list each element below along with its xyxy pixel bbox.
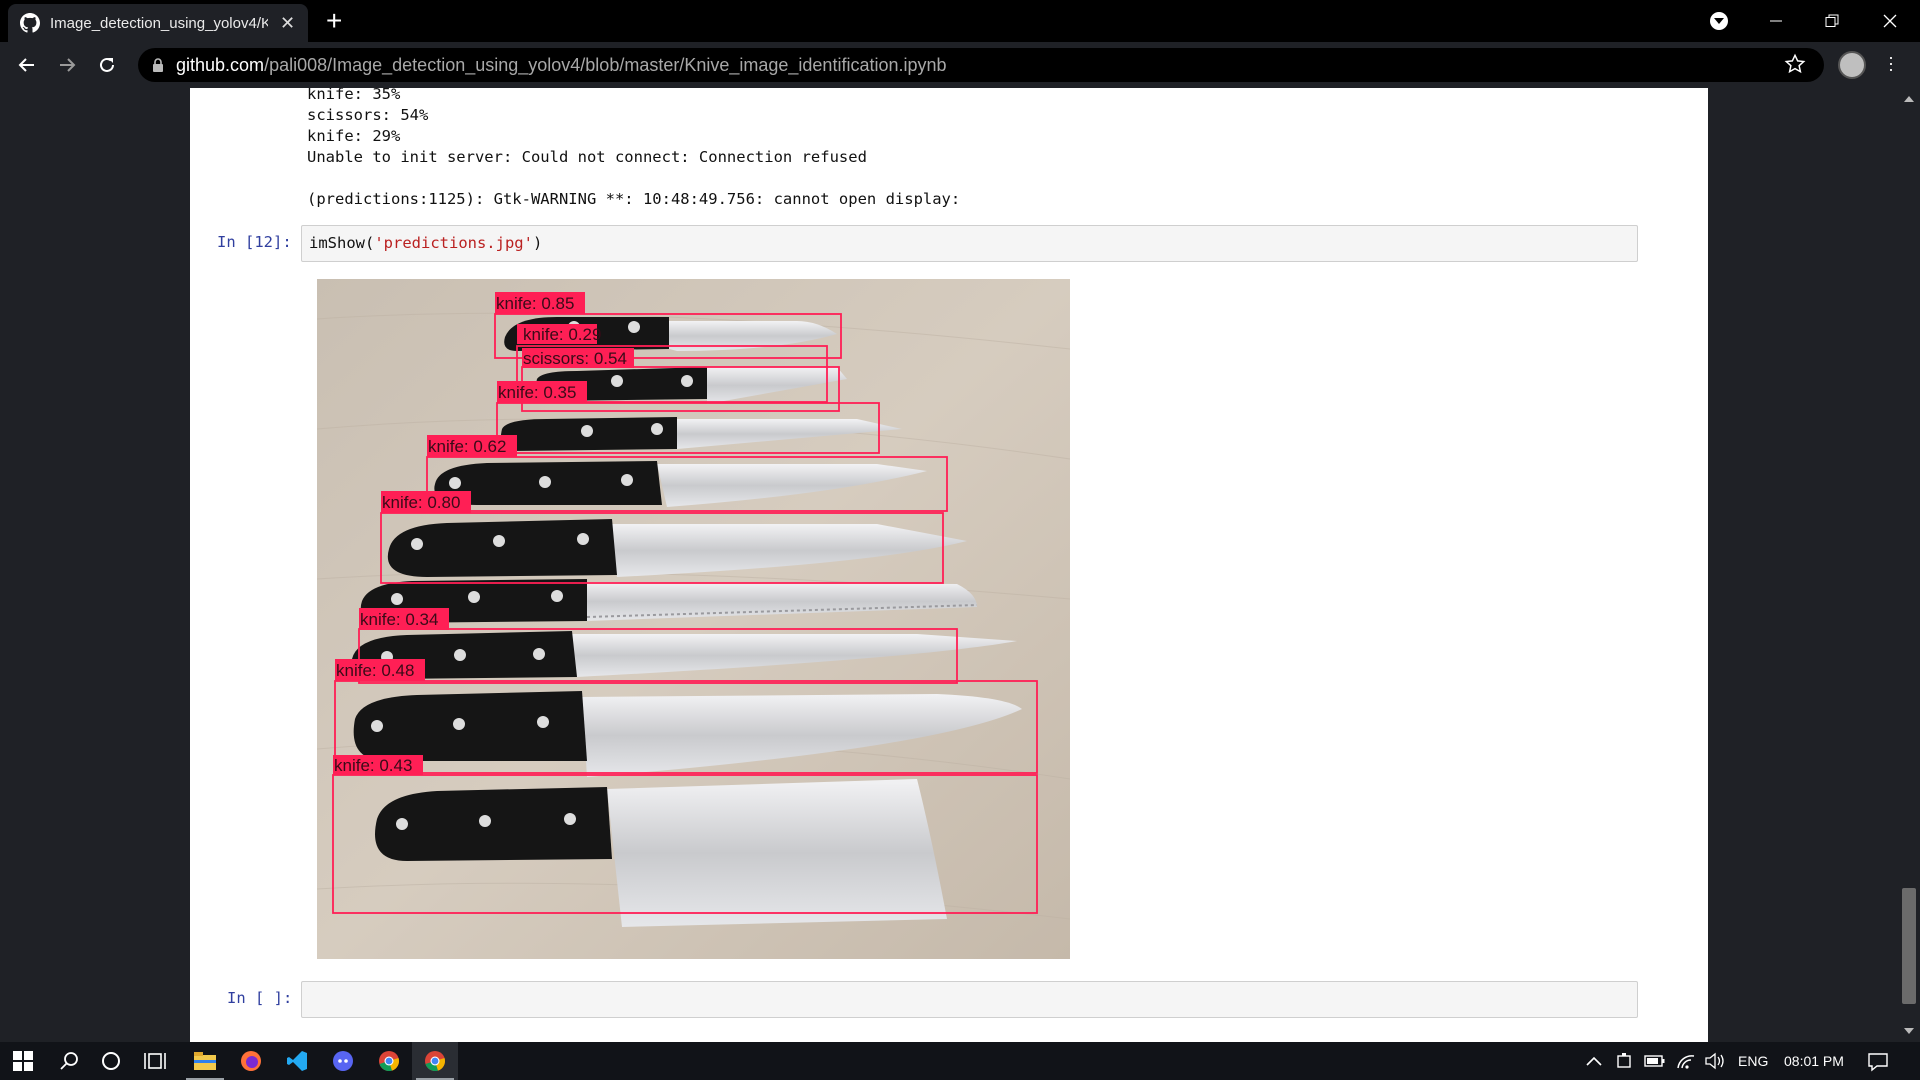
- github-logo-icon: [20, 13, 40, 33]
- close-window-button[interactable]: [1862, 0, 1918, 42]
- back-button[interactable]: [12, 50, 42, 80]
- output-line: knife: 35%: [307, 88, 401, 103]
- output-line: scissors: 54%: [307, 106, 429, 124]
- meet-now-icon[interactable]: [1616, 1052, 1634, 1070]
- browser-toolbar: github.com/pali008/Image_detection_using…: [0, 42, 1920, 88]
- code-string: 'predictions.jpg': [374, 234, 533, 252]
- code-cell[interactable]: imShow('predictions.jpg'): [301, 225, 1638, 262]
- wifi-icon[interactable]: [1676, 1052, 1696, 1070]
- file-explorer-icon[interactable]: [182, 1042, 228, 1080]
- detection-label: knife: 0.62: [428, 437, 506, 456]
- scrollbar-thumb[interactable]: [1902, 888, 1916, 1004]
- browser-tab-strip: Image_detection_using_yolov4/Knive_image…: [0, 0, 1920, 42]
- cell-prompt: In [12]:: [217, 233, 292, 251]
- arrow-left-icon: [18, 58, 34, 72]
- battery-icon[interactable]: [1644, 1054, 1666, 1068]
- new-tab-button[interactable]: +: [326, 6, 342, 36]
- page-scrollbar[interactable]: [1898, 88, 1920, 1042]
- reload-button[interactable]: [92, 50, 122, 80]
- url-path: /pali008/Image_detection_using_yolov4/bl…: [264, 54, 947, 75]
- cell-prompt: In [ ]:: [227, 989, 293, 1007]
- notebook-container: knife: 35% scissors: 54% knife: 29% Unable …: [190, 88, 1708, 1042]
- detection-label: knife: 0.85: [496, 294, 574, 313]
- reload-icon: [100, 57, 114, 72]
- language-indicator[interactable]: ENG: [1738, 1053, 1768, 1069]
- restore-button[interactable]: [1804, 0, 1860, 42]
- discord-icon[interactable]: [320, 1042, 366, 1080]
- kebab-menu-icon[interactable]: · · ·: [1888, 48, 1894, 78]
- chrome-icon[interactable]: [366, 1042, 412, 1080]
- detection-label: knife: 0.34: [360, 610, 438, 629]
- chevron-up-icon[interactable]: [1586, 1056, 1602, 1066]
- predictions-image: knife: 0.85 knife: 0.29 scissors: 0.54 k…: [317, 279, 1070, 959]
- notification-icon[interactable]: [1868, 1052, 1888, 1072]
- close-icon[interactable]: ✕: [280, 14, 295, 32]
- output-line: knife: 29%: [307, 127, 401, 145]
- output-line: Unable to init server: Could not connect…: [307, 148, 867, 166]
- cortana-icon[interactable]: [88, 1042, 134, 1080]
- detection-label: scissors: 0.54: [523, 349, 627, 368]
- output-line: (predictions:1125): Gtk-WARNING **: 10:4…: [307, 190, 961, 208]
- windows-taskbar: ENG 08:01 PM: [0, 1042, 1920, 1080]
- minimize-icon: [1770, 20, 1782, 22]
- code-function: imShow(: [309, 234, 375, 252]
- chrome-active-icon[interactable]: [412, 1042, 458, 1080]
- code-paren: ): [532, 234, 543, 252]
- url-host: github.com: [176, 54, 265, 75]
- arrow-right-icon: [60, 58, 76, 72]
- code-line: imShow('predictions.jpg'): [309, 234, 542, 252]
- scroll-up-arrow-icon[interactable]: [1904, 96, 1914, 102]
- empty-code-cell[interactable]: [301, 981, 1638, 1018]
- vscode-icon[interactable]: [274, 1042, 320, 1080]
- detection-label: knife: 0.80: [382, 493, 460, 512]
- windows-start-icon[interactable]: [0, 1042, 46, 1080]
- firefox-icon[interactable]: [228, 1042, 274, 1080]
- detection-label: knife: 0.48: [336, 661, 414, 680]
- browser-tab[interactable]: Image_detection_using_yolov4/Knive_image…: [8, 4, 308, 42]
- page-viewport: knife: 35% scissors: 54% knife: 29% Unable …: [0, 88, 1920, 1042]
- download-badge-icon[interactable]: [1710, 12, 1728, 30]
- forward-button[interactable]: [52, 50, 82, 80]
- detection-label: knife: 0.43: [334, 756, 412, 775]
- lock-icon: [153, 58, 163, 72]
- address-bar[interactable]: github.com/pali008/Image_detection_using…: [138, 48, 1824, 82]
- clock[interactable]: 08:01 PM: [1784, 1053, 1844, 1069]
- cell-output: knife: 35% scissors: 54% knife: 29% Unable …: [307, 88, 960, 210]
- tab-title: Image_detection_using_yolov4/Knive_image…: [50, 14, 268, 32]
- profile-avatar[interactable]: [1838, 51, 1866, 79]
- scroll-down-arrow-icon[interactable]: [1904, 1028, 1914, 1034]
- detection-label: knife: 0.29: [523, 325, 601, 344]
- detection-label: knife: 0.35: [498, 383, 576, 402]
- minimize-button[interactable]: [1748, 0, 1804, 42]
- task-view-icon[interactable]: [132, 1042, 178, 1080]
- restore-icon: [1825, 14, 1839, 27]
- close-window-icon: [1883, 14, 1897, 28]
- search-icon[interactable]: [46, 1042, 92, 1080]
- volume-icon[interactable]: [1704, 1052, 1726, 1070]
- star-icon[interactable]: [1784, 53, 1806, 75]
